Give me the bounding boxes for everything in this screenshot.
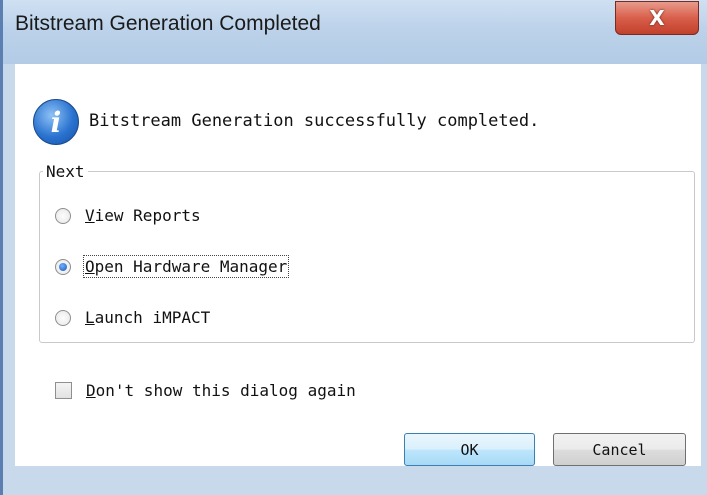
dont-show-again-label[interactable]: Don't show this dialog again [86,381,356,400]
radio-label-open-hardware-manager[interactable]: Open Hardware Manager [82,255,290,278]
radio-label-launch-impact[interactable]: Launch iMPACT [85,308,210,327]
cancel-button[interactable]: Cancel [553,433,686,466]
radio-button[interactable] [55,207,71,224]
radio-open-hardware-manager[interactable]: Open Hardware Manager [55,255,290,278]
radio-button-selected[interactable] [55,258,71,275]
dont-show-again-checkbox[interactable] [55,382,72,399]
radio-button[interactable] [55,309,71,326]
next-group-label: Next [43,162,88,181]
window-title: Bitstream Generation Completed [15,12,321,35]
info-icon: i [33,99,79,145]
radio-view-reports[interactable]: View Reports [55,206,201,225]
title-bar[interactable]: Bitstream Generation Completed X [3,0,707,64]
close-button[interactable]: X [615,1,699,35]
radio-label-view-reports[interactable]: View Reports [85,206,201,225]
ok-button[interactable]: OK [404,433,535,466]
radio-launch-impact[interactable]: Launch iMPACT [55,308,210,327]
dialog-window: Bitstream Generation Completed X i Bitst… [0,0,707,495]
dont-show-again-checkbox-row[interactable]: Don't show this dialog again [55,381,356,400]
close-icon: X [649,6,665,30]
status-message: Bitstream Generation successfully comple… [89,111,540,131]
